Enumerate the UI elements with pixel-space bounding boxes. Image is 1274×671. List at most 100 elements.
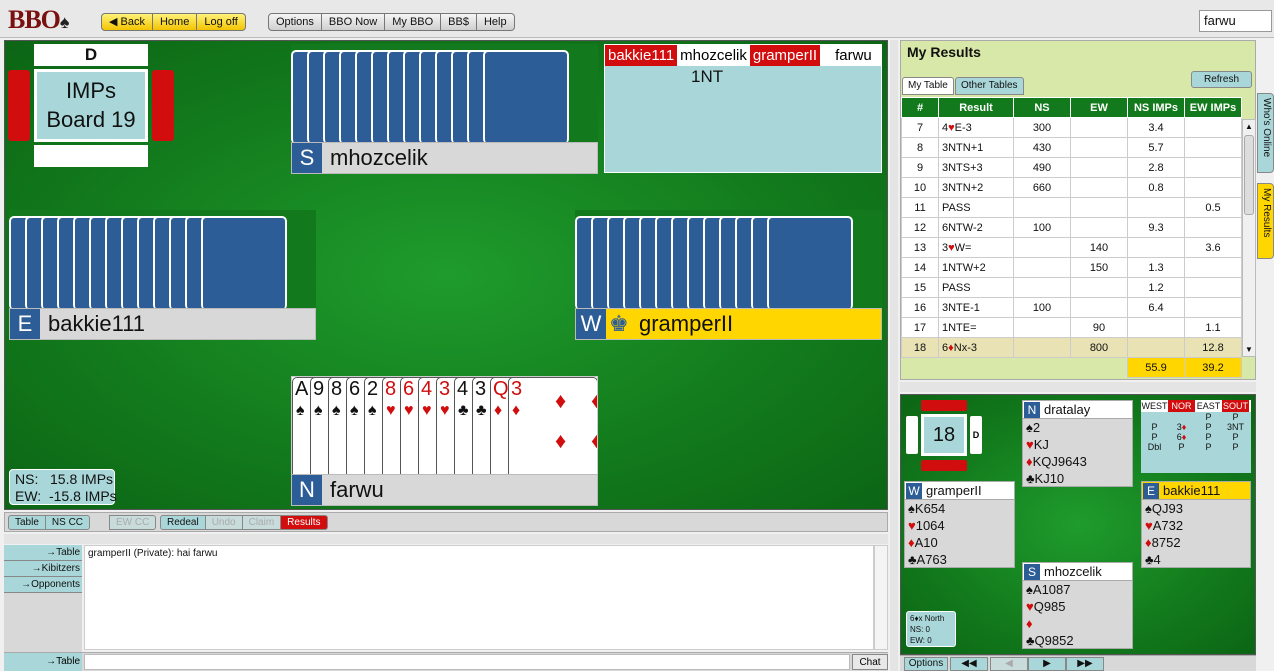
card-rank: 8	[385, 378, 397, 400]
table-row[interactable]: 8 3NTN+1 430 5.7	[901, 137, 1242, 158]
tab-my-table[interactable]: My Table	[902, 77, 954, 95]
south-player[interactable]: S mhozcelik	[291, 142, 598, 174]
claim-button[interactable]: Claim	[242, 515, 282, 530]
east-player[interactable]: E bakkie111	[9, 308, 316, 340]
table-cell	[1013, 317, 1071, 338]
table-row[interactable]: 9 3NTS+3 490 2.8	[901, 157, 1242, 178]
mini-options-button[interactable]: Options	[904, 657, 948, 671]
seat-south: S	[292, 143, 322, 173]
redeal-button[interactable]: Redeal	[160, 515, 206, 530]
table-cell	[1184, 117, 1242, 138]
table-row[interactable]: 11 PASS 0.5	[901, 197, 1242, 218]
west-player[interactable]: W ♚ gramperII	[575, 308, 882, 340]
table-cell: 0.5	[1184, 197, 1242, 218]
north-player[interactable]: N farwu	[291, 474, 598, 506]
mini-auction: WEST NOR EAST SOUT P P P 3♦ P 3NT P 6♦ P P Dbl P P P	[1141, 400, 1251, 473]
scroll-up-icon[interactable]: ▲	[1245, 122, 1253, 131]
ew-cc-button[interactable]: EW CC	[109, 515, 157, 530]
mini-hand-header[interactable]: Ndratalay	[1023, 401, 1132, 419]
back-button[interactable]: ◀ Back	[101, 13, 153, 31]
hand-card[interactable]: 3 ♦ ♦ ♦ ♦ ♦	[508, 377, 597, 475]
bbo-now-button[interactable]: BBO Now	[321, 13, 386, 31]
dealer-indicator: D	[34, 44, 148, 66]
totals-blank	[902, 358, 939, 378]
bb-dollars-button[interactable]: BB$	[441, 13, 477, 31]
chat-send-target[interactable]: →Table	[4, 653, 82, 671]
table-cell: 100	[1013, 297, 1071, 318]
table-cell: 1NTW+2	[938, 257, 1014, 278]
tab-other-tables[interactable]: Other Tables	[955, 77, 1024, 95]
score-ew: EW: -15.8 IMPs	[15, 488, 117, 504]
refresh-button[interactable]: Refresh	[1191, 71, 1252, 88]
scroll-down-icon[interactable]: ▼	[1245, 345, 1253, 354]
next-trick-button[interactable]: ▶	[1028, 657, 1066, 671]
username-field[interactable]: farwu	[1199, 10, 1272, 32]
prev-trick-button[interactable]: ◀	[990, 657, 1028, 671]
auction-bid: 1NT	[691, 67, 724, 86]
table-row[interactable]: 7 4♥E-3 300 3.4	[901, 117, 1242, 138]
nav-group-secondary: Options BBO Now My BBO BB$ Help	[268, 13, 515, 31]
side-tab-my-results[interactable]: My Results	[1257, 183, 1274, 259]
mini-hand-header[interactable]: WgramperII	[905, 482, 1014, 500]
chat-target-opponents[interactable]: →Opponents	[4, 577, 82, 593]
table-row[interactable]: 18 6♦Nx-3 800 12.8	[901, 337, 1242, 358]
results-splitter[interactable]	[900, 382, 1256, 392]
last-trick-button[interactable]: ▶▶	[1066, 657, 1104, 671]
mini-auction-header: WEST NOR EAST SOUT	[1141, 400, 1251, 412]
home-button[interactable]: Home	[152, 13, 198, 31]
table-row[interactable]: 12 6NTW-2 100 9.3	[901, 217, 1242, 238]
help-button[interactable]: Help	[476, 13, 515, 31]
column-header[interactable]: NS	[1013, 97, 1071, 118]
scroll-thumb[interactable]	[1244, 135, 1254, 215]
log-off-button[interactable]: Log off	[197, 13, 246, 31]
table-row[interactable]: 10 3NTN+2 660 0.8	[901, 177, 1242, 198]
mini-ns-score: NS: 0	[910, 625, 931, 634]
card-rank: 4	[457, 378, 469, 400]
chat-target-kibitzers[interactable]: →Kibitzers	[4, 561, 82, 577]
column-header[interactable]: EW	[1070, 97, 1128, 118]
card-rank: 3	[475, 378, 487, 400]
table-row[interactable]: 16 3NTE-1 100 6.4	[901, 297, 1242, 318]
table-row[interactable]: 13 3♥W= 140 3.6	[901, 237, 1242, 258]
chat-button[interactable]: Chat	[852, 654, 888, 670]
auction-header: bakkie111 mhozcelik gramperII farwu	[605, 45, 881, 66]
table-cell: 0.8	[1127, 177, 1185, 198]
my-bbo-button[interactable]: My BBO	[385, 13, 442, 31]
main-splitter[interactable]	[890, 40, 898, 671]
results-button[interactable]: Results	[281, 515, 328, 530]
card-rank: A	[295, 378, 309, 400]
table-cell: 1.3	[1127, 257, 1185, 278]
card-rank: Q	[493, 378, 509, 400]
chat-splitter[interactable]	[4, 534, 888, 544]
chat-target-table[interactable]: →Table	[4, 545, 82, 561]
mini-auction-col: EAST	[1196, 401, 1221, 411]
mini-suit-line: ♦8752	[1145, 535, 1181, 550]
table-row[interactable]: 17 1NTE= 90 1.1	[901, 317, 1242, 338]
mini-hand-header[interactable]: Smhozcelik	[1023, 563, 1132, 581]
table-cell: 490	[1013, 157, 1071, 178]
auction-box: bakkie111 mhozcelik gramperII farwu 1NT	[604, 44, 882, 173]
results-scrollbar[interactable]: ▲ ▼	[1242, 119, 1256, 357]
mini-suit-line: ♥KJ	[1026, 437, 1049, 452]
table-row[interactable]: 15 PASS 1.2	[901, 277, 1242, 298]
first-trick-button[interactable]: ◀◀	[950, 657, 988, 671]
table-row[interactable]: 14 1NTW+2 150 1.3	[901, 257, 1242, 278]
column-header[interactable]: #	[901, 97, 939, 118]
column-header[interactable]: Result	[938, 97, 1014, 118]
table-button[interactable]: Table	[8, 515, 46, 530]
ns-cc-button[interactable]: NS CC	[45, 515, 91, 530]
column-header[interactable]: NS IMPs	[1127, 97, 1185, 118]
options-button[interactable]: Options	[268, 13, 322, 31]
side-tab-whos-online[interactable]: Who's Online	[1257, 93, 1274, 173]
chat-scrollbar[interactable]	[874, 545, 888, 650]
chat-input[interactable]	[84, 654, 850, 670]
mini-auction-bid	[1168, 412, 1195, 422]
undo-button[interactable]: Undo	[205, 515, 243, 530]
column-header[interactable]: EW IMPs	[1184, 97, 1242, 118]
mini-hand-header[interactable]: Ebakkie111	[1142, 482, 1250, 500]
card-rank: 8	[331, 378, 343, 400]
total-ew-imps: 39.2	[1184, 357, 1242, 378]
mini-board-number: 18	[921, 414, 967, 456]
card-suit: ♥	[386, 402, 396, 419]
bbo-logo[interactable]: BBO♠	[8, 5, 69, 35]
